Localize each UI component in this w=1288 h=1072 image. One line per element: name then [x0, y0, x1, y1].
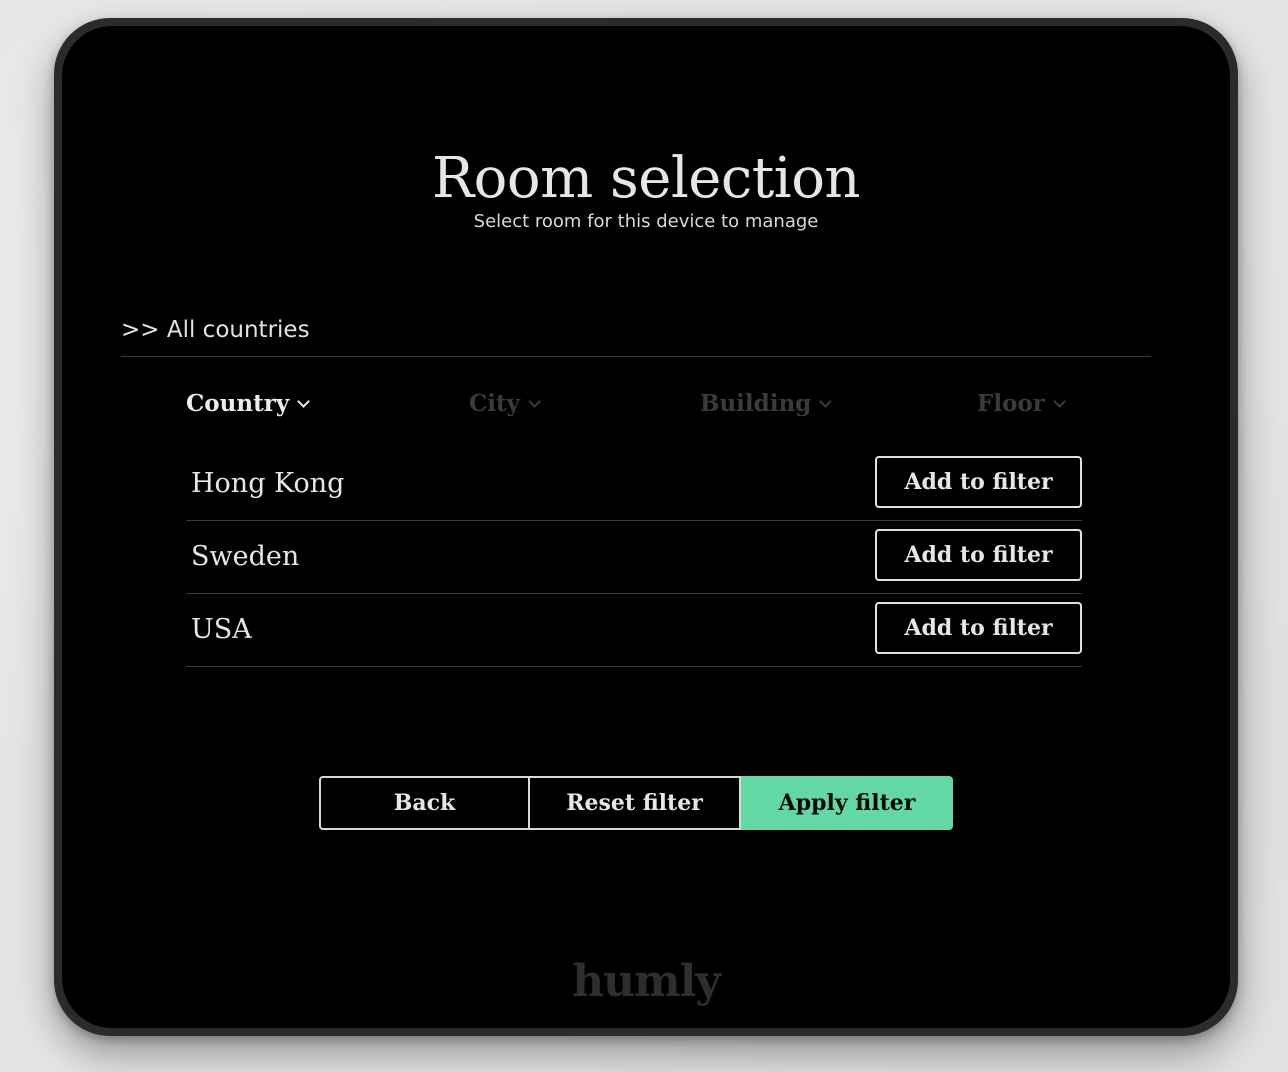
device-screen: Room selection Select room for this devi…: [62, 26, 1230, 1028]
add-to-filter-button[interactable]: Add to filter: [875, 529, 1082, 581]
chevron-down-icon: [528, 395, 541, 408]
tab-floor-label: Floor: [977, 390, 1045, 417]
back-button[interactable]: Back: [319, 776, 530, 830]
device-frame: Room selection Select room for this devi…: [54, 18, 1238, 1036]
page-title: Room selection: [432, 146, 860, 211]
chevron-down-icon: [297, 395, 311, 408]
action-bar: Back Reset filter Apply filter: [319, 776, 953, 830]
chevron-down-icon: [819, 395, 833, 408]
tab-city[interactable]: City: [469, 384, 541, 424]
tab-building-label: Building: [700, 390, 812, 417]
add-to-filter-button[interactable]: Add to filter: [875, 602, 1082, 654]
humly-logo: humly: [62, 956, 1230, 1007]
apply-filter-button[interactable]: Apply filter: [741, 776, 953, 830]
page-subtitle: Select room for this device to manage: [473, 211, 819, 232]
add-to-filter-button[interactable]: Add to filter: [875, 456, 1082, 508]
logo-text: humly: [572, 956, 721, 1007]
country-name: Hong Kong: [191, 468, 345, 499]
list-item: Hong Kong Add to filter: [186, 448, 1082, 521]
tab-country-label: Country: [186, 390, 290, 417]
breadcrumb[interactable]: >> All countries: [121, 310, 1151, 357]
reset-filter-button[interactable]: Reset filter: [530, 776, 741, 830]
chevron-down-icon: [1053, 395, 1066, 408]
country-name: USA: [191, 614, 252, 645]
tab-floor[interactable]: Floor: [977, 384, 1066, 424]
tab-country[interactable]: Country: [186, 384, 311, 424]
tab-building[interactable]: Building: [700, 384, 833, 424]
list-item: Sweden Add to filter: [186, 521, 1082, 594]
list-item: USA Add to filter: [186, 594, 1082, 667]
country-list: Hong Kong Add to filter Sweden Add to fi…: [186, 448, 1082, 667]
tab-city-label: City: [469, 390, 521, 417]
country-name: Sweden: [191, 541, 300, 572]
filter-tabs: Country City Building Floor: [186, 384, 1086, 424]
